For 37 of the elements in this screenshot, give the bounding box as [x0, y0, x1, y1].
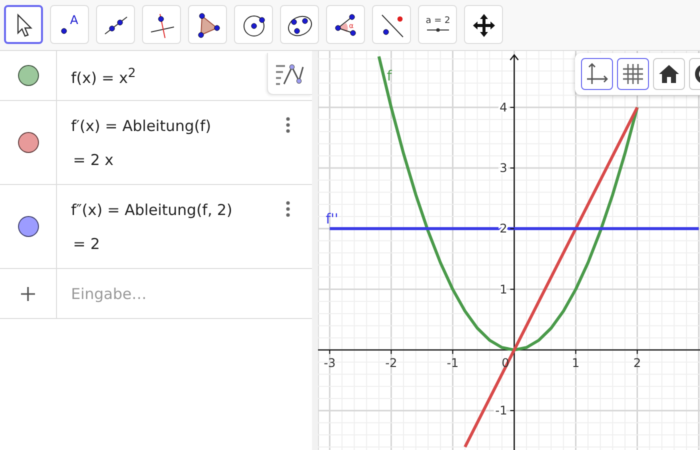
y-tick-label: 4 [500, 100, 508, 114]
style-button[interactable] [617, 58, 649, 90]
function-result: = 2 [72, 234, 100, 252]
function-definition[interactable]: f(x) = x$^{2}$ [71, 64, 136, 86]
visibility-dot[interactable] [18, 132, 38, 153]
function-label: f'' [326, 212, 338, 228]
visibility-dot[interactable] [18, 65, 38, 86]
function-definition[interactable]: f′(x) = Ableitung(f) [71, 116, 212, 134]
style-bar-toggle[interactable] [267, 53, 312, 95]
point-label: A [70, 12, 78, 26]
axes-icon [585, 62, 609, 86]
visibility-dot[interactable] [18, 216, 38, 237]
graph-lines-icon [275, 62, 305, 86]
plus-icon[interactable] [21, 286, 35, 300]
more-menu-icon[interactable] [286, 201, 290, 217]
input-field[interactable]: Eingabe… [71, 284, 271, 302]
y-tick-label: 3 [500, 161, 508, 176]
tool-button[interactable] [4, 5, 43, 44]
function-label: f [386, 68, 392, 84]
home-button[interactable] [653, 58, 685, 90]
x-tick-label: -3 [324, 356, 336, 370]
function-definition[interactable]: f″(x) = Ableitung(f, 2) [71, 200, 232, 218]
home-icon [658, 63, 680, 85]
grid-icon [621, 62, 645, 86]
function-result: = 2 x [72, 150, 114, 168]
style-button[interactable] [581, 58, 613, 90]
tool-button[interactable]: A [50, 5, 89, 44]
more-menu-icon[interactable] [286, 117, 290, 133]
x-tick-label: 2 [633, 356, 642, 370]
x-tick-label: 1 [572, 356, 580, 370]
slider-label: a = 2 [425, 16, 450, 26]
tool-button[interactable]: a = 2 [418, 5, 457, 44]
x-tick-label: -2 [385, 356, 398, 370]
function-graph[interactable] [377, 56, 639, 352]
y-tick-label: 1 [500, 282, 508, 296]
x-tick-label: -1 [446, 356, 459, 370]
y-tick-label: -1 [495, 404, 508, 418]
